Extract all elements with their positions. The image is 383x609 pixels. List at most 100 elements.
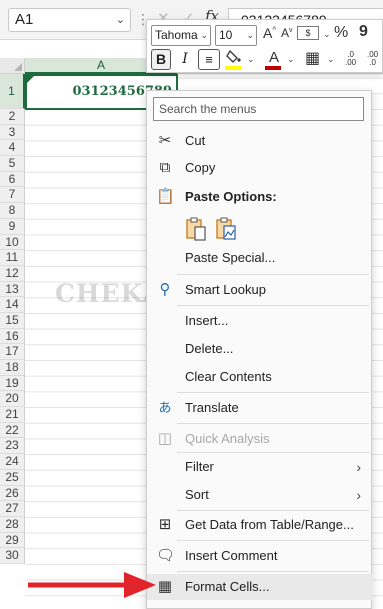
search-icon: ⚲ (159, 281, 171, 298)
menu-item-delete[interactable]: Delete... (147, 336, 373, 362)
more-options-icon[interactable]: ⋮ (136, 8, 150, 32)
menu-item-insert[interactable]: Insert... (147, 308, 373, 334)
menu-separator (177, 540, 369, 541)
font-size-value: 10 (219, 28, 233, 42)
row-header[interactable]: 23 (0, 438, 25, 455)
paste-options-icons (185, 216, 245, 246)
format-cells-icon: ▦ (157, 578, 173, 595)
menu-item-label: Quick Analysis (185, 431, 270, 446)
row-header[interactable]: 21 (0, 407, 25, 423)
row-header[interactable]: 10 (0, 234, 25, 251)
font-color-button[interactable]: A (265, 49, 283, 71)
row-header[interactable]: 25 (0, 469, 25, 486)
select-all-triangle-icon (14, 63, 22, 71)
translate-icon: あ (158, 400, 172, 415)
increase-decimal-icon[interactable]: .0.00 (345, 51, 356, 67)
comment-icon: 🗨 (156, 547, 176, 564)
row-header[interactable]: 29 (0, 532, 25, 549)
row-header[interactable]: 22 (0, 422, 25, 439)
row-header[interactable]: 18 (0, 360, 25, 376)
chevron-down-icon[interactable]: ⌄ (200, 26, 208, 45)
menu-item-paste-options: 📋 Paste Options: (147, 184, 373, 210)
row-header[interactable]: 13 (0, 281, 25, 298)
menu-item-sort[interactable]: Sort › (147, 482, 373, 508)
menu-item-translate[interactable]: あ Translate (147, 395, 373, 421)
name-box-value: A1 (15, 11, 34, 28)
menu-item-cut[interactable]: ✂ Cut (147, 128, 373, 154)
chevron-down-icon[interactable]: ⌄ (247, 54, 255, 65)
clipboard-icon: 📋 (156, 188, 175, 205)
row-header[interactable]: 9 (0, 218, 25, 235)
row-header[interactable]: 14 (0, 297, 25, 313)
fill-color-swatch (225, 66, 241, 70)
chevron-down-icon[interactable]: ⌄ (116, 9, 125, 31)
menu-separator (177, 274, 369, 275)
row-header[interactable]: 11 (0, 250, 25, 266)
menu-item-clear-contents[interactable]: Clear Contents (147, 364, 373, 390)
menu-item-insert-comment[interactable]: 🗨 Insert Comment (147, 543, 373, 569)
mini-toolbar: Tahoma ⌄ 10 ⌄ A^ Av $ ⌄ % 9 B I ≡ ⌄ A ⌄ … (146, 19, 383, 73)
borders-icon[interactable]: ▦ (305, 48, 320, 68)
row-header[interactable]: 27 (0, 501, 25, 517)
row-header[interactable]: 2 (0, 109, 25, 125)
menu-item-label: Copy (185, 160, 216, 175)
row-header[interactable]: 6 (0, 171, 25, 188)
align-center-button[interactable]: ≡ (198, 49, 220, 70)
comma-style-icon[interactable]: 9 (359, 23, 368, 41)
red-arrow-annotation (28, 572, 156, 598)
row-header[interactable]: 7 (0, 187, 25, 204)
menu-item-label: Paste Options: (185, 189, 277, 204)
row-header[interactable]: 8 (0, 203, 25, 219)
row-header[interactable]: 26 (0, 485, 25, 502)
font-name-value: Tahoma (155, 28, 198, 42)
font-name-box[interactable]: Tahoma ⌄ (151, 25, 211, 46)
quick-analysis-icon: ◫ (157, 430, 173, 447)
chevron-down-icon[interactable]: ⌄ (327, 54, 335, 65)
number-format-icon[interactable]: $ (297, 26, 319, 40)
row-header[interactable]: 30 (0, 548, 25, 564)
menu-item-label: Sort (185, 487, 209, 502)
percent-style-icon[interactable]: % (334, 24, 348, 42)
row-header[interactable]: 3 (0, 124, 25, 141)
row-header[interactable]: 28 (0, 516, 25, 533)
row-header[interactable]: 20 (0, 391, 25, 408)
row-header[interactable]: 5 (0, 156, 25, 172)
row-header[interactable]: 15 (0, 312, 25, 329)
error-indicator-icon (27, 76, 34, 83)
font-color-letter-icon: A (268, 49, 279, 66)
menu-item-copy[interactable]: ⧉ Copy (147, 155, 373, 181)
chevron-down-icon[interactable]: ⌄ (323, 29, 331, 40)
menu-item-get-data[interactable]: ⊞ Get Data from Table/Range... (147, 512, 373, 538)
font-size-box[interactable]: 10 ⌄ (215, 25, 257, 46)
italic-button[interactable]: I (175, 49, 195, 70)
row-header[interactable]: 24 (0, 454, 25, 470)
paste-icon[interactable] (185, 216, 207, 242)
paste-picture-icon[interactable] (215, 216, 237, 242)
menu-item-format-cells[interactable]: ▦ Format Cells... (147, 574, 373, 600)
row-header[interactable]: 4 (0, 140, 25, 157)
increase-font-size-icon[interactable]: A^ (263, 25, 276, 41)
context-menu: Search the menus ✂ Cut ⧉ Copy 📋 Paste Op… (146, 90, 373, 609)
scissors-icon: ✂ (158, 132, 172, 149)
row-header[interactable]: 19 (0, 375, 25, 392)
row-header[interactable]: 1 (0, 74, 25, 109)
menu-item-label: Clear Contents (185, 369, 272, 384)
menu-item-label: Cut (185, 133, 206, 148)
select-all-button[interactable] (0, 58, 25, 74)
menu-separator (177, 510, 369, 511)
row-header[interactable]: 16 (0, 328, 25, 345)
decrease-font-size-icon[interactable]: Av (281, 26, 293, 40)
chevron-down-icon[interactable]: ⌄ (287, 54, 295, 65)
menu-search-input[interactable]: Search the menus (153, 97, 364, 121)
menu-item-label: Paste Special... (185, 250, 276, 265)
fill-color-button[interactable] (225, 49, 243, 71)
menu-item-smart-lookup[interactable]: ⚲ Smart Lookup (147, 277, 373, 303)
name-box[interactable]: A1 ⌄ (8, 8, 131, 32)
bold-button[interactable]: B (151, 49, 171, 70)
chevron-down-icon[interactable]: ⌄ (246, 26, 254, 45)
decrease-decimal-icon[interactable]: .00.0 (367, 51, 378, 67)
menu-item-filter[interactable]: Filter › (147, 454, 373, 480)
row-header[interactable]: 17 (0, 344, 25, 360)
menu-item-paste-special[interactable]: Paste Special... (147, 245, 373, 271)
row-header[interactable]: 12 (0, 265, 25, 282)
